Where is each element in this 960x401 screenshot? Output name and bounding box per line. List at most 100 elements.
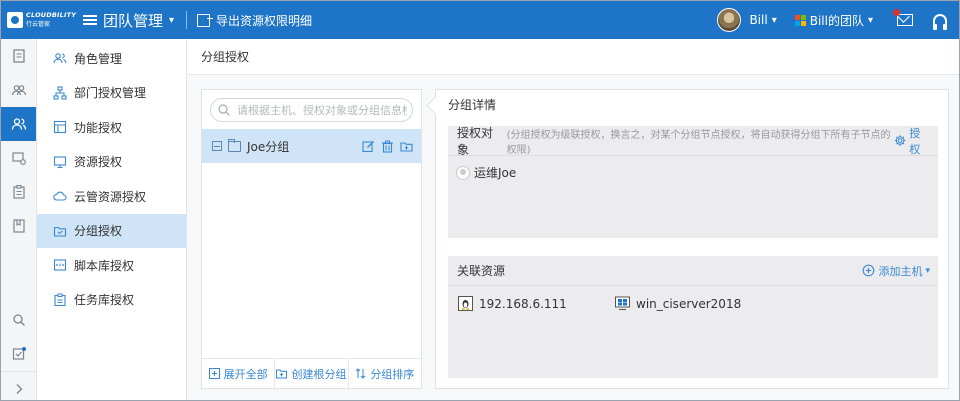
secondary-nav: 角色管理 部门授权管理 功能授权 资源授权 云管资源授权 分组授权 脚本库授权 … — [37, 39, 187, 400]
users-icon — [11, 118, 26, 130]
create-root-group-button[interactable]: 创建根分组 — [275, 358, 349, 389]
subnav-item-label: 分组授权 — [74, 224, 123, 239]
monitor-icon — [53, 156, 67, 168]
collapse-toggle-icon[interactable] — [212, 141, 222, 151]
group-icon — [11, 85, 26, 96]
subnav-item-cloud-resource-auth[interactable]: 云管资源授权 — [37, 179, 186, 214]
add-host-chevron-down-icon: ▾ — [925, 265, 930, 276]
rail-item-team-management[interactable] — [1, 107, 36, 141]
breadcrumb-current: 分组授权 — [201, 50, 250, 64]
cloudbility-logo[interactable]: CLOUDBILITY 行云管家 — [1, 1, 79, 39]
clipboard-icon — [12, 184, 25, 199]
delete-icon[interactable] — [381, 140, 394, 153]
rail-item-tasks[interactable] — [1, 337, 37, 371]
group-tree-panel: Joe分组 展开全部 创建根分组 分组排序 — [201, 89, 422, 389]
windows-icon — [615, 296, 630, 310]
user-chevron-down-icon[interactable]: ▾ — [772, 15, 777, 26]
create-root-group-label: 创建根分组 — [291, 367, 347, 381]
expand-all-label: 展开全部 — [223, 367, 268, 381]
add-subgroup-icon[interactable] — [400, 140, 413, 153]
book-icon — [12, 219, 25, 233]
auth-member-chip[interactable]: 运维Joe — [456, 164, 516, 181]
chevron-right-icon — [16, 383, 23, 394]
auth-objects-card: 授权对象 (分组授权为级联授权，换言之，对某个分组节点授权，将自动获得分组下所有… — [448, 126, 938, 238]
subnav-item-role-management[interactable]: 角色管理 — [37, 41, 186, 76]
search-icon — [218, 104, 230, 116]
expand-plus-icon — [208, 368, 220, 379]
user-name[interactable]: Bill — [749, 13, 767, 27]
auth-objects-hint: (分组授权为级联授权，换言之，对某个分组节点授权，将自动获得分组下所有子节点的权… — [506, 129, 891, 156]
subnav-item-label: 资源授权 — [74, 155, 123, 170]
rail-item-clipboard[interactable] — [1, 175, 36, 209]
rail-item-document[interactable] — [1, 39, 36, 73]
logo-text-en: CLOUDBILITY — [26, 11, 77, 19]
resource-item-linux-host[interactable]: 192.168.6.111 — [458, 296, 615, 311]
breadcrumb: 分组授权 — [187, 39, 959, 75]
message-icon[interactable] — [893, 9, 913, 26]
resource-item-windows-host[interactable]: win_ciserver2018 — [615, 296, 741, 311]
document-icon — [12, 49, 25, 63]
folder-icon — [228, 138, 241, 152]
linked-resources-title: 关联资源 — [457, 264, 506, 278]
group-detail-panel: 分组详情 授权对象 (分组授权为级联授权，换言之，对某个分组节点授权，将自动获得… — [435, 89, 949, 389]
sort-groups-label: 分组排序 — [370, 367, 415, 381]
sort-groups-button[interactable]: 分组排序 — [349, 359, 421, 389]
rail-item-team[interactable] — [1, 73, 36, 107]
subnav-item-group-auth[interactable]: 分组授权 — [37, 213, 186, 248]
add-folder-icon — [276, 369, 288, 379]
plus-circle-icon — [863, 264, 875, 277]
team-chevron-down-icon[interactable]: ▾ — [868, 15, 873, 26]
subnav-item-department-auth[interactable]: 部门授权管理 — [37, 76, 186, 111]
chevron-down-icon[interactable]: ▾ — [169, 15, 174, 26]
top-bar: CLOUDBILITY 行云管家 团队管理 ▾ 导出资源权限明细 Bill ▾ … — [1, 1, 959, 39]
hamburger-menu-icon[interactable] — [83, 13, 97, 27]
linked-resources-card: 关联资源 添加主机 ▾ 192.168.6.111 win_ciserver20… — [448, 256, 938, 378]
notification-dot — [893, 9, 900, 16]
logo-text-cn: 行云管家 — [26, 21, 51, 28]
folder-icon — [53, 226, 67, 237]
rail-item-resources[interactable] — [1, 141, 36, 175]
rail-item-search[interactable] — [1, 303, 37, 337]
subnav-item-function-auth[interactable]: 功能授权 — [37, 110, 186, 145]
icon-rail — [1, 39, 37, 400]
export-permissions-button[interactable]: 导出资源权限明细 — [216, 12, 312, 29]
subnav-item-script-auth[interactable]: 脚本库授权 — [37, 248, 186, 283]
add-host-button[interactable]: 添加主机 ▾ — [862, 263, 930, 279]
add-host-label: 添加主机 — [878, 264, 923, 278]
subnav-item-label: 功能授权 — [74, 120, 123, 135]
authorize-button[interactable]: 授权 — [894, 125, 930, 157]
rail-expand-button[interactable] — [1, 371, 37, 401]
resource-name: 192.168.6.111 — [479, 296, 567, 311]
support-headset-icon[interactable] — [933, 14, 947, 30]
cloud-icon — [53, 191, 67, 201]
tree-node-joe-group[interactable]: Joe分组 — [202, 129, 421, 163]
member-avatar-icon — [456, 165, 470, 180]
edit-icon[interactable] — [362, 140, 375, 153]
linux-icon — [458, 296, 473, 311]
user-avatar[interactable] — [717, 8, 742, 32]
team-name[interactable]: Bill的团队 — [810, 12, 864, 29]
module-title[interactable]: 团队管理 — [103, 10, 163, 31]
header-divider — [186, 11, 188, 29]
tree-node-label: Joe分组 — [247, 139, 290, 154]
gear-icon — [894, 135, 906, 146]
logo-mark-icon — [7, 12, 23, 28]
resource-settings-icon — [11, 152, 26, 165]
export-icon[interactable] — [197, 13, 214, 27]
subnav-item-task-auth[interactable]: 任务库授权 — [37, 283, 186, 318]
subnav-item-label: 云管资源授权 — [74, 189, 147, 204]
subnav-item-label: 任务库授权 — [74, 293, 135, 308]
subnav-item-label: 角色管理 — [74, 51, 123, 66]
expand-all-button[interactable]: 展开全部 — [202, 358, 276, 389]
subnav-item-resource-auth[interactable]: 资源授权 — [37, 145, 186, 180]
main-content: 分组授权 Joe分组 展开全部 创建根分组 — [187, 39, 959, 400]
subnav-item-label: 部门授权管理 — [74, 86, 147, 101]
tree-search-input[interactable] — [237, 103, 407, 117]
task-icon — [54, 293, 66, 306]
detail-title: 分组详情 — [448, 97, 497, 112]
task-check-icon — [12, 347, 26, 360]
tree-search-box[interactable] — [210, 98, 413, 122]
rail-item-book[interactable] — [1, 209, 36, 243]
resource-name: win_ciserver2018 — [636, 296, 742, 311]
subnav-item-label: 脚本库授权 — [74, 258, 135, 273]
